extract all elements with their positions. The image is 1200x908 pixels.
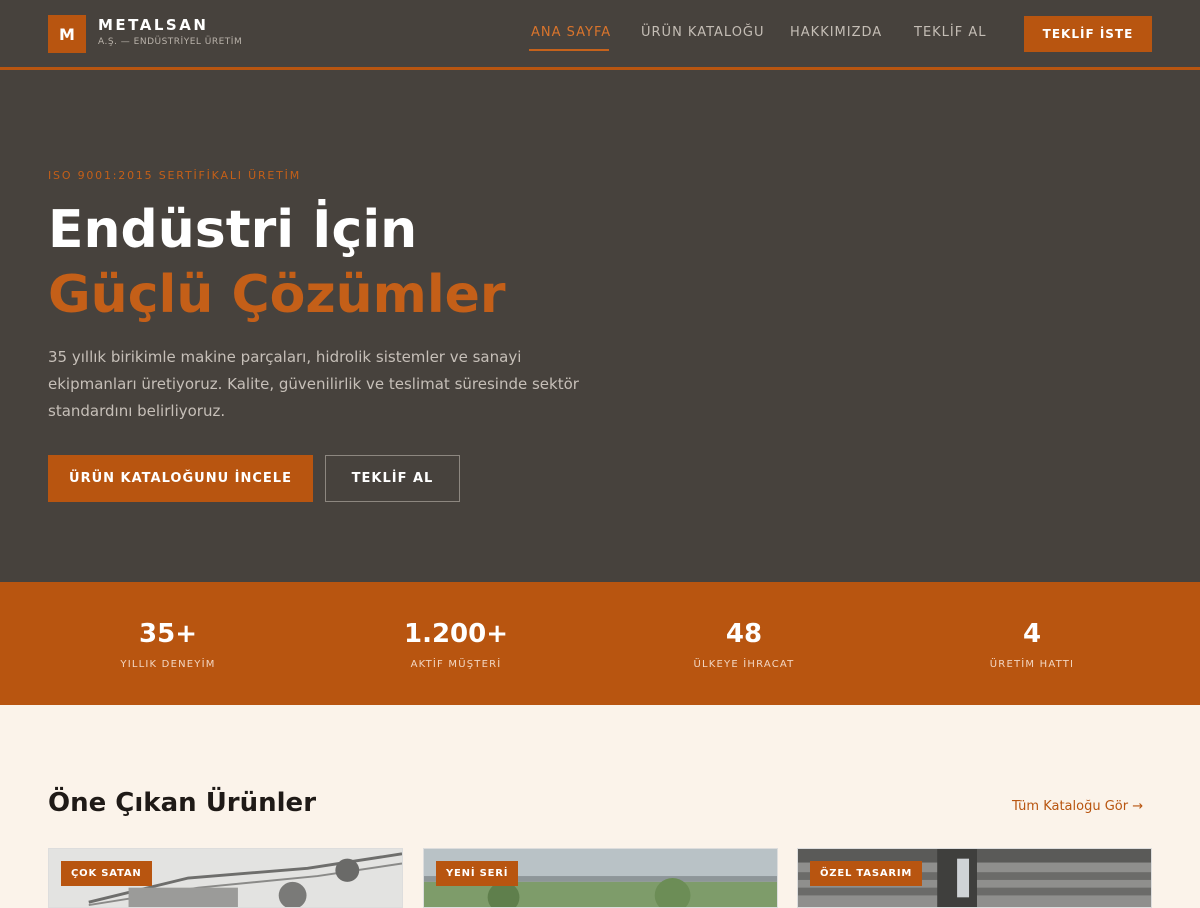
stat-customers: 1.200+ AKTİF MÜŞTERİ bbox=[336, 618, 576, 670]
stat-label: AKTİF MÜŞTERİ bbox=[410, 659, 502, 670]
stat-production-lines: 4 ÜRETİM HATTI bbox=[912, 618, 1152, 670]
product-badge: ÖZEL TASARIM bbox=[810, 861, 923, 886]
hero-section: ISO 9001:2015 SERTİFİKALI ÜRETİM Endüstr… bbox=[0, 70, 1200, 582]
stat-export-countries: 48 ÜLKEYE İHRACAT bbox=[624, 618, 864, 670]
product-card[interactable]: ÇOK SATAN bbox=[48, 848, 403, 908]
brand-subtitle: A.Ş. — ENDÜSTRİYEL ÜRETİM bbox=[98, 37, 243, 47]
product-card[interactable]: YENİ SERİ bbox=[423, 848, 778, 908]
browse-catalog-button[interactable]: ÜRÜN KATALOĞUNU İNCELE bbox=[48, 455, 313, 502]
nav-product-catalog[interactable]: ÜRÜN KATALOĞU bbox=[641, 25, 765, 40]
site-header: M METALSAN A.Ş. — ENDÜSTRİYEL ÜRETİM ANA… bbox=[0, 0, 1200, 70]
stat-value: 1.200+ bbox=[403, 619, 509, 649]
nav-active-indicator bbox=[529, 49, 609, 51]
request-quote-button[interactable]: TEKLİF İSTE bbox=[1024, 16, 1152, 52]
nav-home[interactable]: ANA SAYFA bbox=[531, 25, 611, 40]
hero-eyebrow: ISO 9001:2015 SERTİFİKALI ÜRETİM bbox=[48, 169, 301, 182]
featured-products-title: Öne Çıkan Ürünler bbox=[48, 788, 317, 818]
product-badge: YENİ SERİ bbox=[436, 861, 519, 886]
hero-title-accent: Güçlü Çözümler bbox=[48, 265, 506, 325]
stat-value: 4 bbox=[1022, 619, 1042, 649]
hero-title: Endüstri İçin bbox=[48, 200, 418, 260]
stat-value: 48 bbox=[725, 619, 763, 649]
hero-description: 35 yıllık birikimle makine parçaları, hi… bbox=[48, 348, 579, 420]
logo-mark[interactable]: M bbox=[48, 15, 86, 53]
stat-value: 35+ bbox=[139, 619, 197, 649]
nav-about[interactable]: HAKKIMIZDA bbox=[790, 25, 882, 40]
stats-band: 35+ YILLIK DENEYİM 1.200+ AKTİF MÜŞTERİ … bbox=[0, 582, 1200, 705]
stat-label: ÜLKEYE İHRACAT bbox=[693, 659, 795, 670]
nav-get-quote[interactable]: TEKLİF AL bbox=[914, 25, 987, 40]
product-card[interactable]: ÖZEL TASARIM bbox=[797, 848, 1152, 908]
stat-label: ÜRETİM HATTI bbox=[989, 659, 1075, 670]
brand-name[interactable]: METALSAN bbox=[98, 16, 208, 34]
stat-experience: 35+ YILLIK DENEYİM bbox=[48, 618, 288, 670]
stat-label: YILLIK DENEYİM bbox=[120, 659, 216, 670]
get-quote-button[interactable]: TEKLİF AL bbox=[325, 455, 460, 502]
product-badge: ÇOK SATAN bbox=[61, 861, 152, 886]
see-full-catalog-link[interactable]: Tüm Kataloğu Gör → bbox=[1012, 799, 1143, 814]
